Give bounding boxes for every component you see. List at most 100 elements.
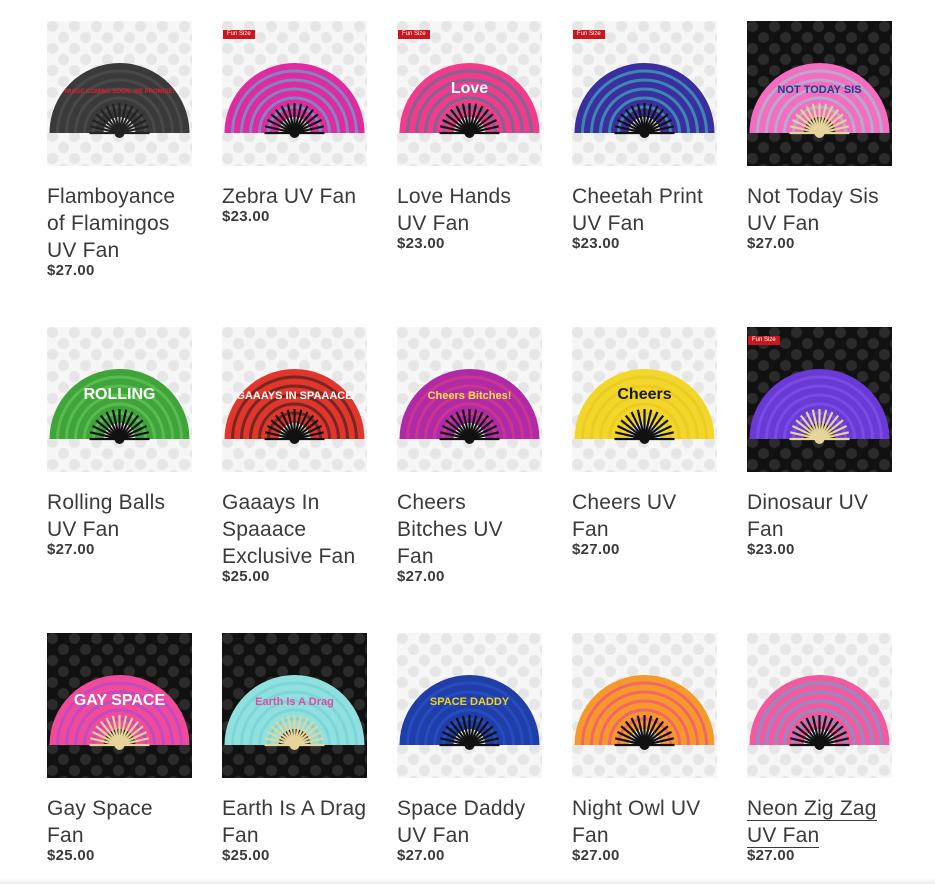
product-price: $23.00	[397, 235, 445, 252]
product-card[interactable]: Fun Size Night Owl UV Fan $27.00	[572, 633, 717, 866]
product-title[interactable]: Cheers Bitches UV Fan	[397, 489, 542, 570]
page-bottom-shadow	[0, 878, 935, 884]
fan-hub	[814, 740, 825, 750]
fan-hub	[814, 434, 825, 444]
product-image[interactable]: Fun SizeEarth Is A Drag	[222, 633, 367, 778]
fan-print-text: IMAGE COMING SOON, WE PROMISE!	[65, 89, 175, 95]
fan-print-text: SPACE DADDY	[430, 696, 510, 708]
fan-hub	[464, 128, 475, 138]
product-image[interactable]: Fun SizeSPACE DADDY	[397, 633, 542, 778]
product-image[interactable]: Fun Size	[747, 327, 892, 472]
product-price: $27.00	[572, 541, 620, 558]
product-card[interactable]: Fun Size Cheetah Print UV Fan $23.00	[572, 21, 717, 327]
product-title[interactable]: Cheetah Print UV Fan	[572, 183, 717, 237]
product-price: $27.00	[747, 847, 795, 864]
product-title[interactable]: Flamboyance of Flamingos UV Fan	[47, 183, 192, 264]
fan-hub	[289, 434, 300, 444]
product-image[interactable]: Fun SizeROLLING	[47, 327, 192, 472]
fan-icon	[574, 63, 715, 138]
product-card[interactable]: Fun SizeNOT TODAY SIS Not Today Sis UV F…	[747, 21, 892, 327]
product-image[interactable]: Fun SizeNOT TODAY SIS	[747, 21, 892, 166]
product-image[interactable]: Fun Size	[222, 21, 367, 166]
product-card[interactable]: Fun SizeCheers Cheers UV Fan $27.00	[572, 327, 717, 633]
fan-icon	[574, 675, 715, 750]
product-image[interactable]: Fun Size	[747, 633, 892, 778]
fan-print-text: Cheers Bitches!	[428, 390, 512, 402]
product-title[interactable]: Dinosaur UV Fan	[747, 489, 892, 543]
fan-icon: Cheers	[574, 369, 715, 444]
product-image[interactable]: Fun Size	[572, 21, 717, 166]
product-title[interactable]: Cheers UV Fan	[572, 489, 717, 543]
product-title[interactable]: Zebra UV Fan	[222, 183, 367, 210]
fan-icon: Earth Is A Drag	[224, 675, 365, 750]
product-price: $27.00	[47, 541, 95, 558]
product-image[interactable]: Fun Size Love	[397, 21, 542, 166]
fan-print-text: Love	[451, 80, 488, 97]
product-image[interactable]: Fun SizeIMAGE COMING SOON, WE PROMISE!	[47, 21, 192, 166]
product-price: $23.00	[222, 208, 270, 225]
product-card[interactable]: Fun SizeROLLING Rolling Balls UV Fan $27…	[47, 327, 192, 633]
product-price: $25.00	[222, 568, 270, 585]
fan-print-text: Cheers	[617, 386, 671, 403]
fan-icon	[749, 675, 890, 750]
product-card[interactable]: Fun SizeGAAAYS IN SPAAACE Gaaays In Spaa…	[222, 327, 367, 633]
product-image[interactable]: Fun SizeGAY SPACE	[47, 633, 192, 778]
fan-hub	[464, 740, 475, 750]
fan-print-text: ROLLING	[84, 386, 156, 403]
product-price: $27.00	[47, 262, 95, 279]
product-price: $25.00	[47, 847, 95, 864]
product-price: $23.00	[747, 541, 795, 558]
product-title[interactable]: Gaaays In Spaaace Exclusive Fan	[222, 489, 367, 570]
fan-icon: ROLLING	[49, 369, 190, 444]
product-card[interactable]: Fun SizeEarth Is A Drag Earth Is A Drag …	[222, 633, 367, 866]
fan-icon: GAY SPACE	[49, 675, 190, 750]
product-card[interactable]: Fun SizeSPACE DADDY Space Daddy UV Fan $…	[397, 633, 542, 866]
fan-hub	[639, 740, 650, 750]
fan-hub	[114, 128, 125, 138]
fan-hub	[289, 740, 300, 750]
fan-icon: GAAAYS IN SPAAACE	[224, 369, 365, 444]
product-card[interactable]: Fun Size Zebra UV Fan $23.00	[222, 21, 367, 327]
product-image[interactable]: Fun SizeGAAAYS IN SPAAACE	[222, 327, 367, 472]
product-card[interactable]: Fun SizeIMAGE COMING SOON, WE PROMISE! F…	[47, 21, 192, 327]
product-card[interactable]: Fun Size Love Love Hands UV Fan $23.00	[397, 21, 542, 327]
product-title[interactable]: Rolling Balls UV Fan	[47, 489, 192, 543]
fan-hub	[289, 128, 300, 138]
product-title[interactable]: Not Today Sis UV Fan	[747, 183, 892, 237]
fan-hub	[639, 434, 650, 444]
product-grid: Fun SizeIMAGE COMING SOON, WE PROMISE! F…	[47, 21, 892, 866]
fan-hub	[814, 128, 825, 138]
product-price: $27.00	[572, 847, 620, 864]
product-title[interactable]: Love Hands UV Fan	[397, 183, 542, 237]
fan-icon	[749, 369, 890, 444]
product-price: $27.00	[747, 235, 795, 252]
product-image[interactable]: Fun SizeCheers Bitches!	[397, 327, 542, 472]
fan-icon	[224, 63, 365, 138]
product-price: $27.00	[397, 847, 445, 864]
fan-hub	[114, 740, 125, 750]
fan-hub	[464, 434, 475, 444]
fan-print-text: Earth Is A Drag	[255, 696, 334, 708]
product-card[interactable]: Fun Size Neon Zig Zag UV Fan $27.00	[747, 633, 892, 866]
product-title[interactable]: Night Owl UV Fan	[572, 795, 717, 849]
product-card[interactable]: Fun Size Dinosaur UV Fan $23.00	[747, 327, 892, 633]
fan-icon: Love	[399, 63, 540, 138]
product-card[interactable]: Fun SizeCheers Bitches! Cheers Bitches U…	[397, 327, 542, 633]
fan-print-text: GAY SPACE	[74, 692, 166, 709]
fan-print-text: GAAAYS IN SPAAACE	[236, 390, 352, 402]
product-title[interactable]: Gay Space Fan	[47, 795, 192, 849]
product-image[interactable]: Fun SizeCheers	[572, 327, 717, 472]
product-image[interactable]: Fun Size	[572, 633, 717, 778]
fan-print-text: NOT TODAY SIS	[777, 84, 861, 96]
fan-icon: NOT TODAY SIS	[749, 63, 890, 138]
fan-hub	[114, 434, 125, 444]
fan-hub	[639, 128, 650, 138]
product-price: $23.00	[572, 235, 620, 252]
product-title[interactable]: Earth Is A Drag Fan	[222, 795, 367, 849]
fan-icon: Cheers Bitches!	[399, 369, 540, 444]
product-title[interactable]: Neon Zig Zag UV Fan	[747, 795, 892, 849]
product-card[interactable]: Fun SizeGAY SPACE Gay Space Fan $25.00	[47, 633, 192, 866]
product-price: $25.00	[222, 847, 270, 864]
fan-icon: SPACE DADDY	[399, 675, 540, 750]
product-title[interactable]: Space Daddy UV Fan	[397, 795, 542, 849]
